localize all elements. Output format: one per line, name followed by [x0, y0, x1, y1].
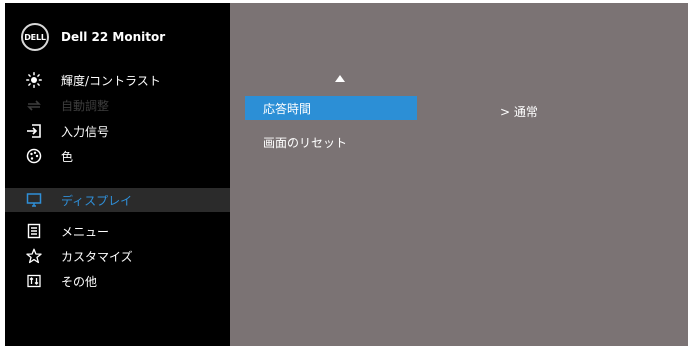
monitor-osd: DELL Dell 22 Monitor 輝度/コントラスト 自動調整 入力信号 [5, 3, 688, 346]
sidebar-item-display[interactable]: ディスプレイ [5, 188, 230, 212]
submenu-item-response-time[interactable]: 応答時間 [245, 96, 417, 120]
sidebar-item-color[interactable]: 色 [5, 144, 230, 168]
model-name: Dell 22 Monitor [61, 30, 166, 44]
sidebar-item-label: 自動調整 [61, 98, 110, 113]
dell-logo: DELL [21, 23, 49, 51]
brightness-icon [25, 71, 43, 89]
sidebar-item-label: 色 [61, 149, 74, 164]
others-icon [25, 272, 43, 290]
submenu-item-reset-display[interactable]: 画面のリセット [245, 130, 417, 154]
sidebar-item-menu[interactable]: メニュー [5, 219, 230, 243]
sidebar-item-customize[interactable]: カスタマイズ [5, 244, 230, 268]
sidebar-item-others[interactable]: その他 [5, 269, 230, 293]
response-time-value: > 通常 [500, 105, 538, 119]
auto-adjust-icon [25, 96, 43, 114]
star-icon [25, 247, 43, 265]
sidebar-item-label: ディスプレイ [61, 193, 133, 208]
sidebar-item-label: 輝度/コントラスト [61, 73, 161, 88]
sidebar-item-label: その他 [61, 274, 98, 289]
scroll-up-arrow-icon[interactable] [335, 75, 345, 82]
sidebar-item-label: 入力信号 [61, 124, 110, 139]
sidebar-item-label: カスタマイズ [61, 249, 133, 264]
sidebar-item-brightness-contrast[interactable]: 輝度/コントラスト [5, 68, 230, 92]
display-icon [25, 191, 43, 209]
sidebar-item-label: メニュー [61, 224, 110, 239]
submenu-panel: 応答時間 画面のリセット > 通常 [230, 3, 688, 346]
sidebar: DELL Dell 22 Monitor 輝度/コントラスト 自動調整 入力信号 [5, 3, 230, 346]
color-palette-icon [25, 147, 43, 165]
sidebar-item-input-source[interactable]: 入力信号 [5, 119, 230, 143]
menu-icon [25, 222, 43, 240]
input-source-icon [25, 122, 43, 140]
sidebar-item-auto-adjust[interactable]: 自動調整 [5, 93, 230, 117]
